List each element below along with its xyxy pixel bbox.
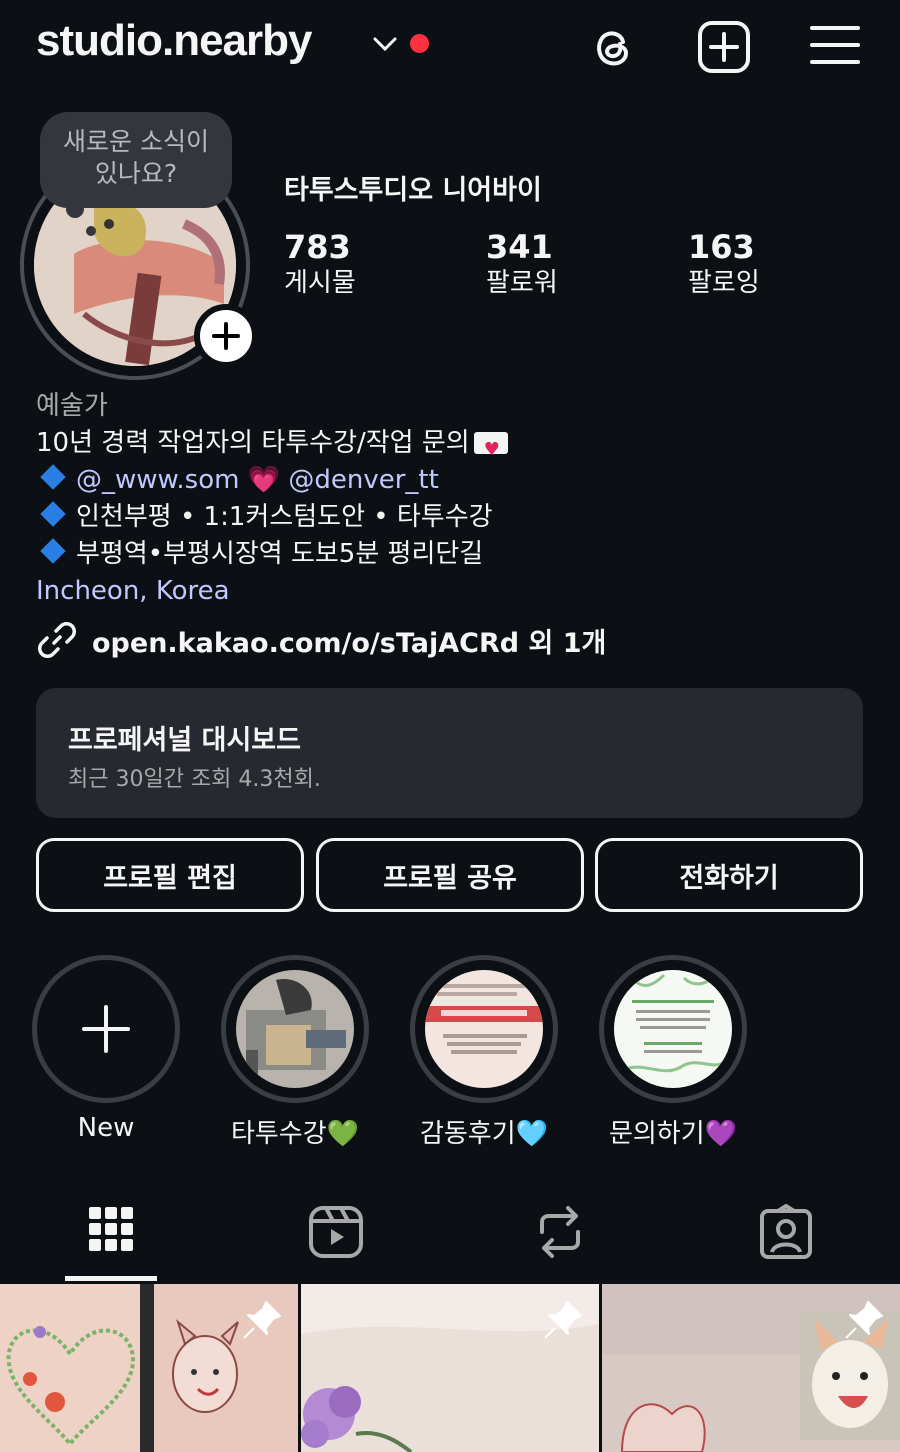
bio-line: 부평역•부평시장역 도보5분 평리단길 bbox=[36, 536, 876, 573]
highlight-cover bbox=[425, 970, 543, 1088]
top-bar: studio.nearby bbox=[0, 0, 900, 90]
mention-link[interactable]: @denver_tt bbox=[288, 465, 438, 495]
tab-reposts[interactable] bbox=[530, 1202, 590, 1262]
bio-text: 부평역•부평시장역 도보5분 평리단길 bbox=[76, 539, 484, 569]
reels-icon bbox=[309, 1206, 363, 1258]
profile-full-name: 타투스투디오 니어바이 bbox=[284, 175, 542, 206]
account-username[interactable]: studio.nearby bbox=[36, 16, 312, 66]
highlight-tattoo-class[interactable]: 타투수강💚 bbox=[221, 955, 369, 1150]
bio-line: 10년 경력 작업자의 타투수강/작업 문의 bbox=[36, 425, 876, 468]
highlight-ring bbox=[410, 955, 558, 1103]
link-icon bbox=[38, 622, 76, 658]
edit-profile-button[interactable]: 프로필 편집 bbox=[36, 838, 304, 912]
mention-link[interactable]: @_www.som bbox=[76, 465, 239, 495]
note-bubble-dot bbox=[86, 226, 96, 236]
tab-reels[interactable] bbox=[306, 1202, 366, 1262]
stat-label: 게시물 bbox=[284, 268, 356, 298]
location-link[interactable]: Incheon, Korea bbox=[36, 573, 876, 610]
bio-line: @_www.som 💗 @denver_tt bbox=[36, 462, 876, 499]
grid-icon bbox=[89, 1207, 133, 1251]
create-icon[interactable] bbox=[697, 20, 751, 74]
pin-icon bbox=[544, 1301, 582, 1339]
bio-text: 인천부평 • 1:1커스텀도안 • 타투수강 bbox=[76, 502, 493, 532]
highlight-label: 문의하기💜 bbox=[608, 1119, 738, 1149]
external-link[interactable]: open.kakao.com/o/sTajACRd 외 1개 bbox=[36, 618, 606, 662]
pin-icon bbox=[243, 1301, 281, 1339]
notification-dot bbox=[410, 34, 429, 53]
stat-posts[interactable]: 783 게시물 bbox=[284, 228, 356, 300]
external-link-text: open.kakao.com/o/sTajACRd 외 1개 bbox=[92, 627, 607, 659]
note-text: 새로운 소식이 bbox=[63, 127, 209, 156]
highlight-ring bbox=[32, 955, 180, 1103]
highlight-label: 감동후기🩵 bbox=[419, 1119, 549, 1149]
highlight-ring bbox=[221, 955, 369, 1103]
plus-icon bbox=[212, 322, 240, 350]
stat-value: 783 bbox=[284, 228, 351, 266]
pink-heart-icon: 💗 bbox=[247, 465, 281, 495]
threads-icon[interactable] bbox=[586, 20, 640, 74]
chevron-down-icon[interactable] bbox=[372, 34, 398, 54]
tab-tagged[interactable] bbox=[756, 1202, 816, 1262]
post-thumbnail[interactable] bbox=[602, 1284, 900, 1452]
highlight-new[interactable]: New bbox=[32, 955, 180, 1143]
note-text: 있나요? bbox=[94, 159, 178, 188]
plus-icon bbox=[82, 1005, 130, 1053]
stat-following[interactable]: 163 팔로잉 bbox=[688, 228, 760, 300]
love-letter-icon bbox=[473, 431, 508, 468]
call-button[interactable]: 전화하기 bbox=[595, 838, 863, 912]
highlight-cover bbox=[614, 970, 732, 1088]
stat-followers[interactable]: 341 팔로워 bbox=[486, 228, 558, 300]
pin-icon bbox=[845, 1301, 883, 1339]
blue-diamond-icon bbox=[40, 464, 66, 490]
blue-diamond-icon bbox=[40, 538, 66, 564]
stat-value: 341 bbox=[486, 228, 553, 266]
profile-category: 예술가 bbox=[36, 391, 108, 421]
menu-icon[interactable] bbox=[808, 20, 862, 74]
tab-grid[interactable] bbox=[81, 1202, 141, 1262]
repost-icon bbox=[540, 1206, 580, 1258]
add-story-button[interactable] bbox=[194, 304, 258, 368]
professional-dashboard[interactable]: 프로페셔널 대시보드 최근 30일간 조회 4.3천회. bbox=[36, 688, 863, 818]
highlight-reviews[interactable]: 감동후기🩵 bbox=[410, 955, 558, 1150]
blue-diamond-icon bbox=[40, 501, 66, 527]
bio-line: 인천부평 • 1:1커스텀도안 • 타투수강 bbox=[36, 499, 876, 536]
bio-text: 10년 경력 작업자의 타투수강/작업 문의 bbox=[36, 428, 470, 458]
profile-tabs bbox=[0, 1190, 900, 1284]
note-bubble[interactable]: 새로운 소식이 있나요? bbox=[40, 112, 232, 208]
highlight-inquiry[interactable]: 문의하기💜 bbox=[599, 955, 747, 1150]
highlight-ring bbox=[599, 955, 747, 1103]
dashboard-title: 프로페셔널 대시보드 bbox=[68, 725, 301, 756]
highlight-cover bbox=[236, 970, 354, 1088]
stat-label: 팔로잉 bbox=[688, 268, 760, 298]
dashboard-subtitle: 최근 30일간 조회 4.3천회. bbox=[68, 767, 321, 792]
active-tab-indicator bbox=[65, 1276, 157, 1281]
post-thumbnail[interactable] bbox=[0, 1284, 298, 1452]
post-thumbnail[interactable] bbox=[301, 1284, 599, 1452]
share-profile-button[interactable]: 프로필 공유 bbox=[316, 838, 584, 912]
profile-bio: 예술가 10년 경력 작업자의 타투수강/작업 문의 @_www.som 💗 @… bbox=[36, 388, 876, 610]
highlight-label: New bbox=[77, 1113, 135, 1143]
stat-label: 팔로워 bbox=[486, 268, 558, 298]
stat-value: 163 bbox=[688, 228, 755, 266]
tagged-icon bbox=[760, 1204, 812, 1259]
posts-grid bbox=[0, 1284, 900, 1452]
highlight-label: 타투수강💚 bbox=[230, 1119, 360, 1149]
